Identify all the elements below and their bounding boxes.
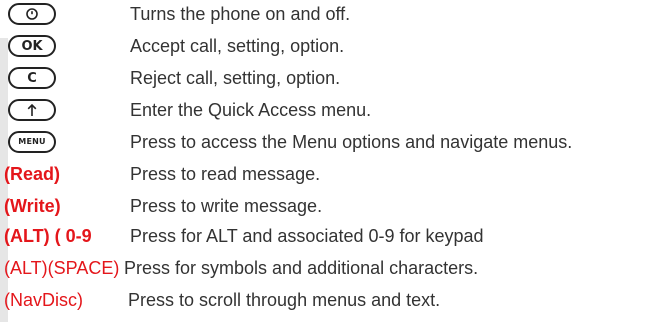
row-description: Reject call, setting, option.	[130, 68, 341, 88]
key-row-menu: MENU Press to access the Menu options an…	[0, 128, 664, 158]
alt-space-key-label: (ALT)(SPACE)	[4, 258, 120, 278]
menu-key: MENU	[8, 131, 56, 153]
key-row-read: (Read) Press to read message.	[0, 160, 664, 190]
key-row-alt-space: (ALT)(SPACE) Press for symbols and addit…	[0, 254, 664, 284]
power-icon	[26, 8, 38, 20]
power-key	[8, 3, 56, 25]
c-key: C	[8, 67, 56, 89]
read-key-label: (Read)	[4, 164, 61, 184]
key-row-power: Turns the phone on and off.	[0, 0, 664, 30]
key-row-ok: OK Accept call, setting, option.	[0, 32, 664, 62]
row-description: Press to write message.	[130, 196, 323, 216]
key-row-quick-access: Enter the Quick Access menu.	[0, 96, 664, 126]
key-row-write: (Write) Press to write message.	[0, 192, 664, 222]
row-description: Press for ALT and associated 0-9 for key…	[130, 226, 484, 246]
row-description: Turns the phone on and off.	[130, 4, 351, 24]
row-description: Press to read message.	[130, 164, 321, 184]
row-description: Press to access the Menu options and nav…	[130, 132, 573, 152]
navdisc-key-label: (NavDisc)	[4, 290, 83, 310]
alt-digits-key-label: (ALT) ( 0-9	[4, 226, 92, 246]
ok-key: OK	[8, 35, 56, 57]
write-key-label: (Write)	[4, 196, 61, 216]
key-row-alt-digits: (ALT) ( 0-9 Press for ALT and associated…	[0, 222, 664, 252]
row-description: Enter the Quick Access menu.	[130, 100, 372, 120]
row-description: Press to scroll through menus and text.	[128, 290, 441, 310]
key-row-c: C Reject call, setting, option.	[0, 64, 664, 94]
row-description: Press for symbols and additional charact…	[124, 258, 479, 278]
up-arrow-icon	[27, 103, 37, 116]
row-description: Accept call, setting, option.	[130, 36, 345, 56]
quick-access-key	[8, 99, 56, 121]
key-row-navdisc: (NavDisc) Press to scroll through menus …	[0, 286, 664, 316]
